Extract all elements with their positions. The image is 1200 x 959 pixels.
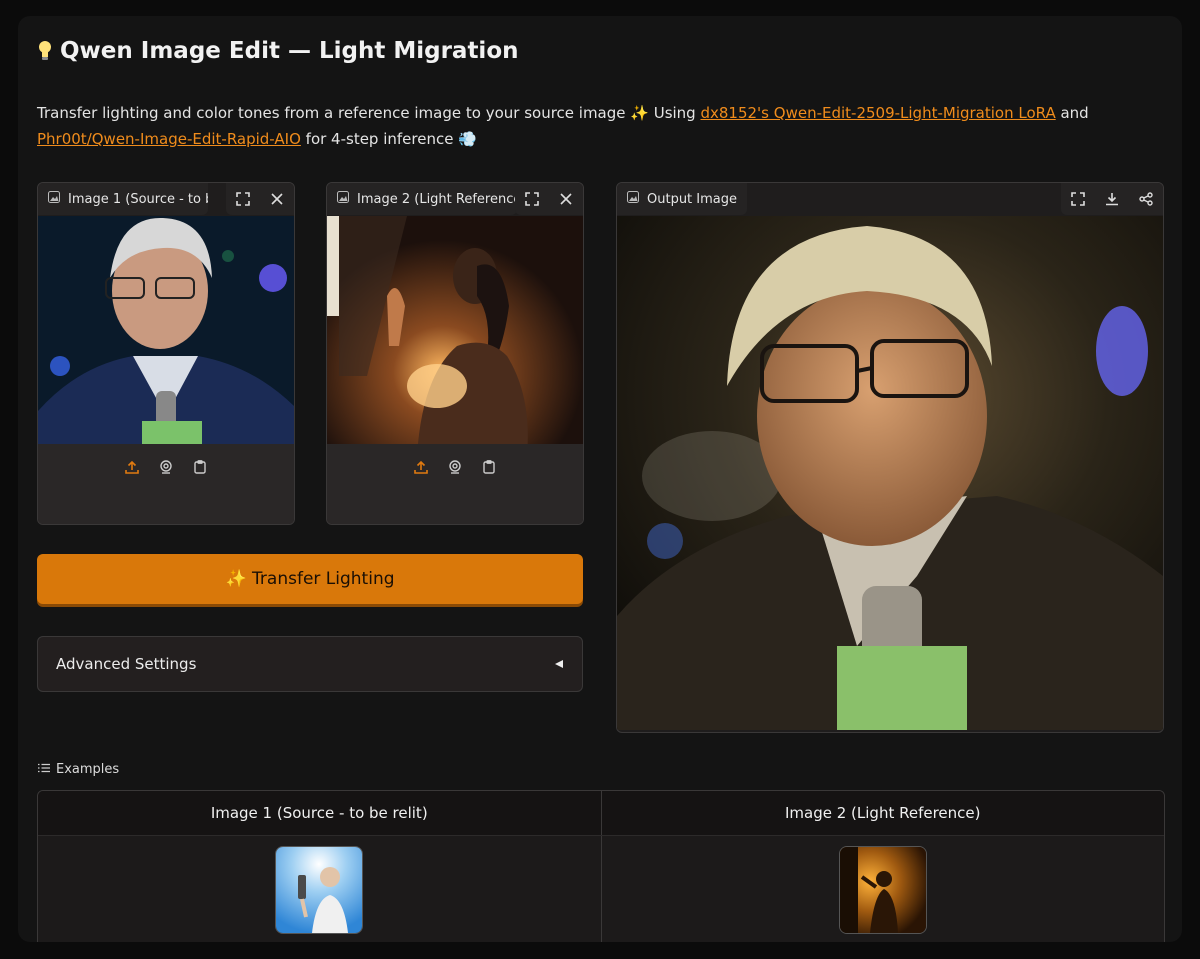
image1-label-text: Image 1 (Source - to be re bbox=[68, 191, 208, 207]
image2-label: Image 2 (Light Reference) bbox=[327, 183, 517, 215]
output-label: Output Image bbox=[617, 183, 748, 215]
webcam-icon[interactable] bbox=[446, 458, 464, 476]
webcam-icon[interactable] bbox=[157, 458, 175, 476]
share-icon[interactable] bbox=[1129, 183, 1163, 215]
image1-tools bbox=[226, 183, 294, 215]
example-cell-reference bbox=[602, 836, 1165, 942]
example-thumbnail-reference[interactable] bbox=[838, 846, 927, 934]
fullscreen-icon[interactable] bbox=[226, 183, 260, 215]
examples-header-row: Image 1 (Source - to be relit) Image 2 (… bbox=[38, 791, 1164, 836]
description-text-2: and bbox=[1055, 104, 1089, 122]
output-label-text: Output Image bbox=[647, 191, 738, 207]
output-panel: Output Image bbox=[616, 182, 1164, 733]
upload-icon[interactable] bbox=[123, 458, 141, 476]
output-tools bbox=[1061, 183, 1163, 215]
table-row[interactable] bbox=[38, 836, 1164, 942]
examples-column-header: Image 2 (Light Reference) bbox=[785, 804, 981, 822]
image1-upload-bar bbox=[38, 444, 294, 524]
examples-label: Examples bbox=[56, 762, 120, 777]
image2-preview[interactable] bbox=[327, 216, 583, 456]
image-icon bbox=[627, 191, 639, 207]
image2-label-text: Image 2 (Light Reference) bbox=[357, 191, 517, 207]
page-title: Qwen Image Edit — Light Migration bbox=[38, 38, 519, 64]
image2-panel[interactable]: Image 2 (Light Reference) bbox=[326, 182, 584, 525]
upload-icon[interactable] bbox=[412, 458, 430, 476]
close-icon[interactable] bbox=[260, 183, 294, 215]
download-icon[interactable] bbox=[1095, 183, 1129, 215]
output-image bbox=[617, 216, 1163, 730]
app-window: Qwen Image Edit — Light Migration Transf… bbox=[18, 16, 1182, 942]
example-thumbnail-source[interactable] bbox=[275, 846, 364, 934]
advanced-settings-label: Advanced Settings bbox=[56, 655, 197, 673]
clipboard-icon[interactable] bbox=[480, 458, 498, 476]
examples-heading: Examples bbox=[38, 762, 119, 777]
image1-label: Image 1 (Source - to be re bbox=[38, 183, 208, 215]
image-icon bbox=[48, 191, 60, 207]
examples-column-header: Image 1 (Source - to be relit) bbox=[38, 791, 602, 835]
fullscreen-icon[interactable] bbox=[1061, 183, 1095, 215]
image2-upload-bar bbox=[327, 444, 583, 524]
lora-link[interactable]: dx8152's Qwen-Edit-2509-Light-Migration … bbox=[700, 104, 1055, 122]
description: Transfer lighting and color tones from a… bbox=[37, 100, 1147, 152]
advanced-settings-accordion[interactable]: Advanced Settings bbox=[37, 636, 583, 692]
description-text-3: for 4-step inference 💨 bbox=[300, 130, 477, 148]
clipboard-icon[interactable] bbox=[191, 458, 209, 476]
caret-left-icon bbox=[554, 655, 564, 673]
description-text-1: Transfer lighting and color tones from a… bbox=[37, 104, 701, 122]
title-text: Qwen Image Edit — Light Migration bbox=[60, 38, 519, 64]
image1-panel[interactable]: Image 1 (Source - to be re bbox=[37, 182, 295, 525]
image-icon bbox=[337, 191, 349, 207]
close-icon[interactable] bbox=[549, 183, 583, 215]
fullscreen-icon[interactable] bbox=[515, 183, 549, 215]
list-icon bbox=[38, 762, 50, 777]
lightbulb-icon bbox=[38, 40, 52, 62]
model-link[interactable]: Phr00t/Qwen-Image-Edit-Rapid-AIO bbox=[37, 130, 301, 148]
transfer-lighting-button[interactable]: ✨ Transfer Lighting bbox=[37, 554, 583, 604]
examples-table: Image 1 (Source - to be relit) Image 2 (… bbox=[37, 790, 1165, 942]
image2-tools bbox=[515, 183, 583, 215]
example-cell-source bbox=[38, 836, 602, 942]
image1-preview[interactable] bbox=[38, 216, 294, 456]
